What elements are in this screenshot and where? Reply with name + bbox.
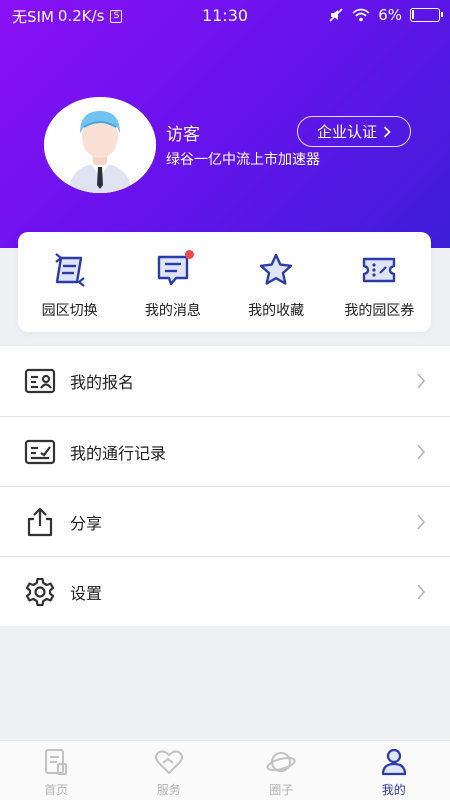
tab-community[interactable]: 圈子: [225, 741, 338, 800]
chevron-right-icon: [417, 513, 426, 530]
quick-my-coupons-label: 我的园区券: [344, 303, 415, 319]
planet-icon: [266, 752, 296, 772]
wifi-icon: [352, 8, 370, 22]
mute-icon: [329, 8, 343, 22]
status-bar: 无SIM 0.2K/s S 11:30 6%: [0, 0, 450, 32]
quick-actions-card: 园区切换 我的消息 我的收藏 我的园区券: [18, 232, 431, 332]
menu-share-label: 分享: [70, 513, 103, 533]
menu-share[interactable]: 分享: [0, 486, 450, 556]
tab-mine[interactable]: 我的: [338, 741, 450, 800]
verify-label: 企业认证: [316, 123, 377, 141]
quick-my-favorites[interactable]: 我的收藏: [225, 232, 328, 332]
avatar[interactable]: [44, 97, 156, 193]
quick-my-favorites-label: 我的收藏: [248, 303, 305, 319]
menu-list: 我的报名 我的通行记录 分享 设置: [0, 346, 450, 626]
tab-services-label: 服务: [156, 783, 181, 797]
menu-settings-label: 设置: [70, 583, 103, 603]
id-card-icon: [24, 368, 56, 394]
star-icon: [259, 253, 293, 285]
chevron-right-icon: [417, 373, 426, 389]
chevron-right-icon: [383, 125, 391, 138]
chevron-right-icon: [417, 583, 426, 600]
menu-my-registrations-label: 我的报名: [70, 373, 135, 392]
menu-my-registrations[interactable]: 我的报名: [0, 346, 450, 416]
tab-home[interactable]: 首页: [0, 741, 113, 800]
username: 访客: [166, 125, 200, 145]
quick-park-switch-label: 园区切换: [41, 303, 98, 319]
tab-community-label: 圈子: [269, 783, 294, 797]
profile-header: 无SIM 0.2K/s S 11:30 6% 访客 绿谷一亿中流上市加速器 企业…: [0, 0, 450, 248]
gear-icon: [25, 577, 55, 606]
user-icon: [381, 748, 406, 776]
enterprise-verify-button[interactable]: 企业认证: [297, 116, 411, 147]
quick-my-messages-label: 我的消息: [144, 303, 201, 319]
tab-home-label: 首页: [44, 783, 69, 797]
unread-badge: [184, 250, 194, 259]
battery-percent: 6%: [378, 6, 402, 24]
home-doc-icon: [45, 749, 68, 775]
record-icon: [24, 439, 56, 464]
quick-my-messages[interactable]: 我的消息: [121, 232, 224, 332]
chevron-right-icon: [417, 443, 426, 460]
heart-hands-icon: [154, 750, 183, 774]
switch-icon: [54, 253, 85, 287]
park-name: 绿谷一亿中流上市加速器: [166, 152, 320, 168]
menu-settings[interactable]: 设置: [0, 556, 450, 626]
ticket-icon: [363, 257, 396, 283]
menu-my-access-records[interactable]: 我的通行记录: [0, 416, 450, 486]
tab-mine-label: 我的: [381, 783, 406, 797]
quick-my-coupons[interactable]: 我的园区券: [328, 232, 431, 332]
menu-my-access-records-label: 我的通行记录: [70, 443, 167, 463]
battery-icon: [410, 8, 443, 22]
quick-park-switch[interactable]: 园区切换: [18, 232, 121, 332]
tab-services[interactable]: 服务: [113, 741, 226, 800]
share-icon: [27, 507, 53, 536]
bottom-tab-bar: 首页 服务 圈子 我的: [0, 740, 450, 800]
